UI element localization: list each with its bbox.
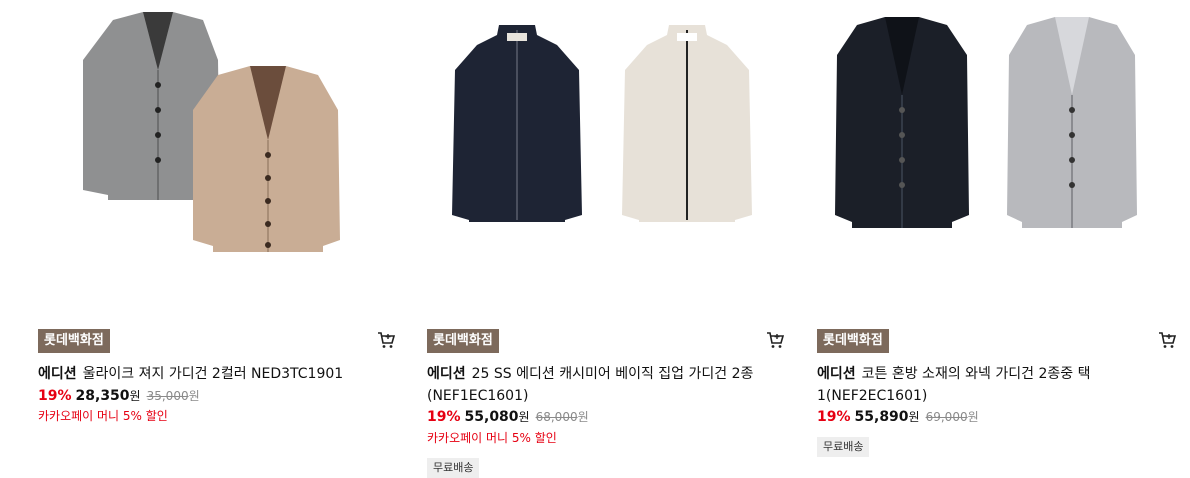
product-card[interactable]: 롯데백화점 에디션 25 SS 에디션 캐시미어 베이직 집업 가디건 2종 (N… bbox=[427, 0, 785, 478]
original-price-unit: 원 bbox=[188, 389, 200, 403]
product-name: 코튼 혼방 소재의 와넥 가디건 2종중 택1(NEF2EC1601) bbox=[817, 366, 1091, 404]
cart-icon[interactable] bbox=[765, 330, 785, 350]
brand-name: 에디션 bbox=[38, 366, 77, 382]
product-title[interactable]: 에디션 25 SS 에디션 캐시미어 베이직 집업 가디건 2종 (NEF1EC1… bbox=[427, 363, 787, 407]
product-image[interactable] bbox=[38, 0, 388, 305]
cardigan-image bbox=[83, 12, 340, 252]
price-unit: 원 bbox=[908, 410, 920, 424]
discount-rate: 19% bbox=[817, 409, 851, 425]
product-name: 25 SS 에디션 캐시미어 베이직 집업 가디건 2종 (NEF1EC1601… bbox=[427, 366, 754, 404]
original-price: 35,000 bbox=[146, 389, 189, 403]
sale-price: 55,890 bbox=[854, 409, 909, 425]
original-price: 69,000 bbox=[925, 410, 968, 424]
promo-text: 카카오페이 머니 5% 할인 bbox=[427, 431, 557, 445]
discount-rate: 19% bbox=[427, 409, 461, 425]
cart-icon[interactable] bbox=[1157, 330, 1177, 350]
free-shipping-badge: 무료배송 bbox=[427, 458, 480, 478]
original-price-unit: 원 bbox=[967, 410, 979, 424]
promo-text: 카카오페이 머니 5% 할인 bbox=[38, 409, 168, 423]
cart-icon[interactable] bbox=[376, 330, 396, 350]
brand-name: 에디션 bbox=[427, 366, 466, 382]
price-unit: 원 bbox=[129, 389, 141, 403]
original-price: 68,000 bbox=[535, 410, 578, 424]
product-image[interactable] bbox=[427, 0, 777, 305]
store-badge: 롯데백화점 bbox=[817, 329, 889, 353]
sale-price: 55,080 bbox=[464, 409, 519, 425]
brand-name: 에디션 bbox=[817, 366, 856, 382]
store-badge: 롯데백화점 bbox=[38, 329, 110, 353]
price-unit: 원 bbox=[518, 410, 530, 424]
price-row: 19% 28,350원 35,000원 bbox=[38, 387, 200, 404]
price-row: 19% 55,080원 68,000원 bbox=[427, 408, 589, 425]
sale-price: 28,350 bbox=[75, 388, 130, 404]
product-image[interactable] bbox=[817, 0, 1167, 305]
original-price-unit: 원 bbox=[577, 410, 589, 424]
product-card[interactable]: 롯데백화점 에디션 울라이크 져지 가디건 2컬러 NED3TC1901 19% 2… bbox=[38, 0, 396, 475]
product-card[interactable]: 롯데백화점 에디션 코튼 혼방 소재의 와넥 가디건 2종중 택1(NEF2EC1… bbox=[817, 0, 1177, 475]
product-title[interactable]: 에디션 울라이크 져지 가디건 2컬러 NED3TC1901 bbox=[38, 363, 398, 385]
v-neck-cardigan-image bbox=[835, 17, 1137, 228]
free-shipping-badge: 무료배송 bbox=[817, 437, 870, 457]
zip-cardigan-image bbox=[452, 25, 752, 222]
product-title[interactable]: 에디션 코튼 혼방 소재의 와넥 가디건 2종중 택1(NEF2EC1601) bbox=[817, 363, 1177, 407]
store-badge: 롯데백화점 bbox=[427, 329, 499, 353]
discount-rate: 19% bbox=[38, 388, 72, 404]
price-row: 19% 55,890원 69,000원 bbox=[817, 408, 979, 425]
product-name: 울라이크 져지 가디건 2컬러 NED3TC1901 bbox=[82, 366, 344, 382]
